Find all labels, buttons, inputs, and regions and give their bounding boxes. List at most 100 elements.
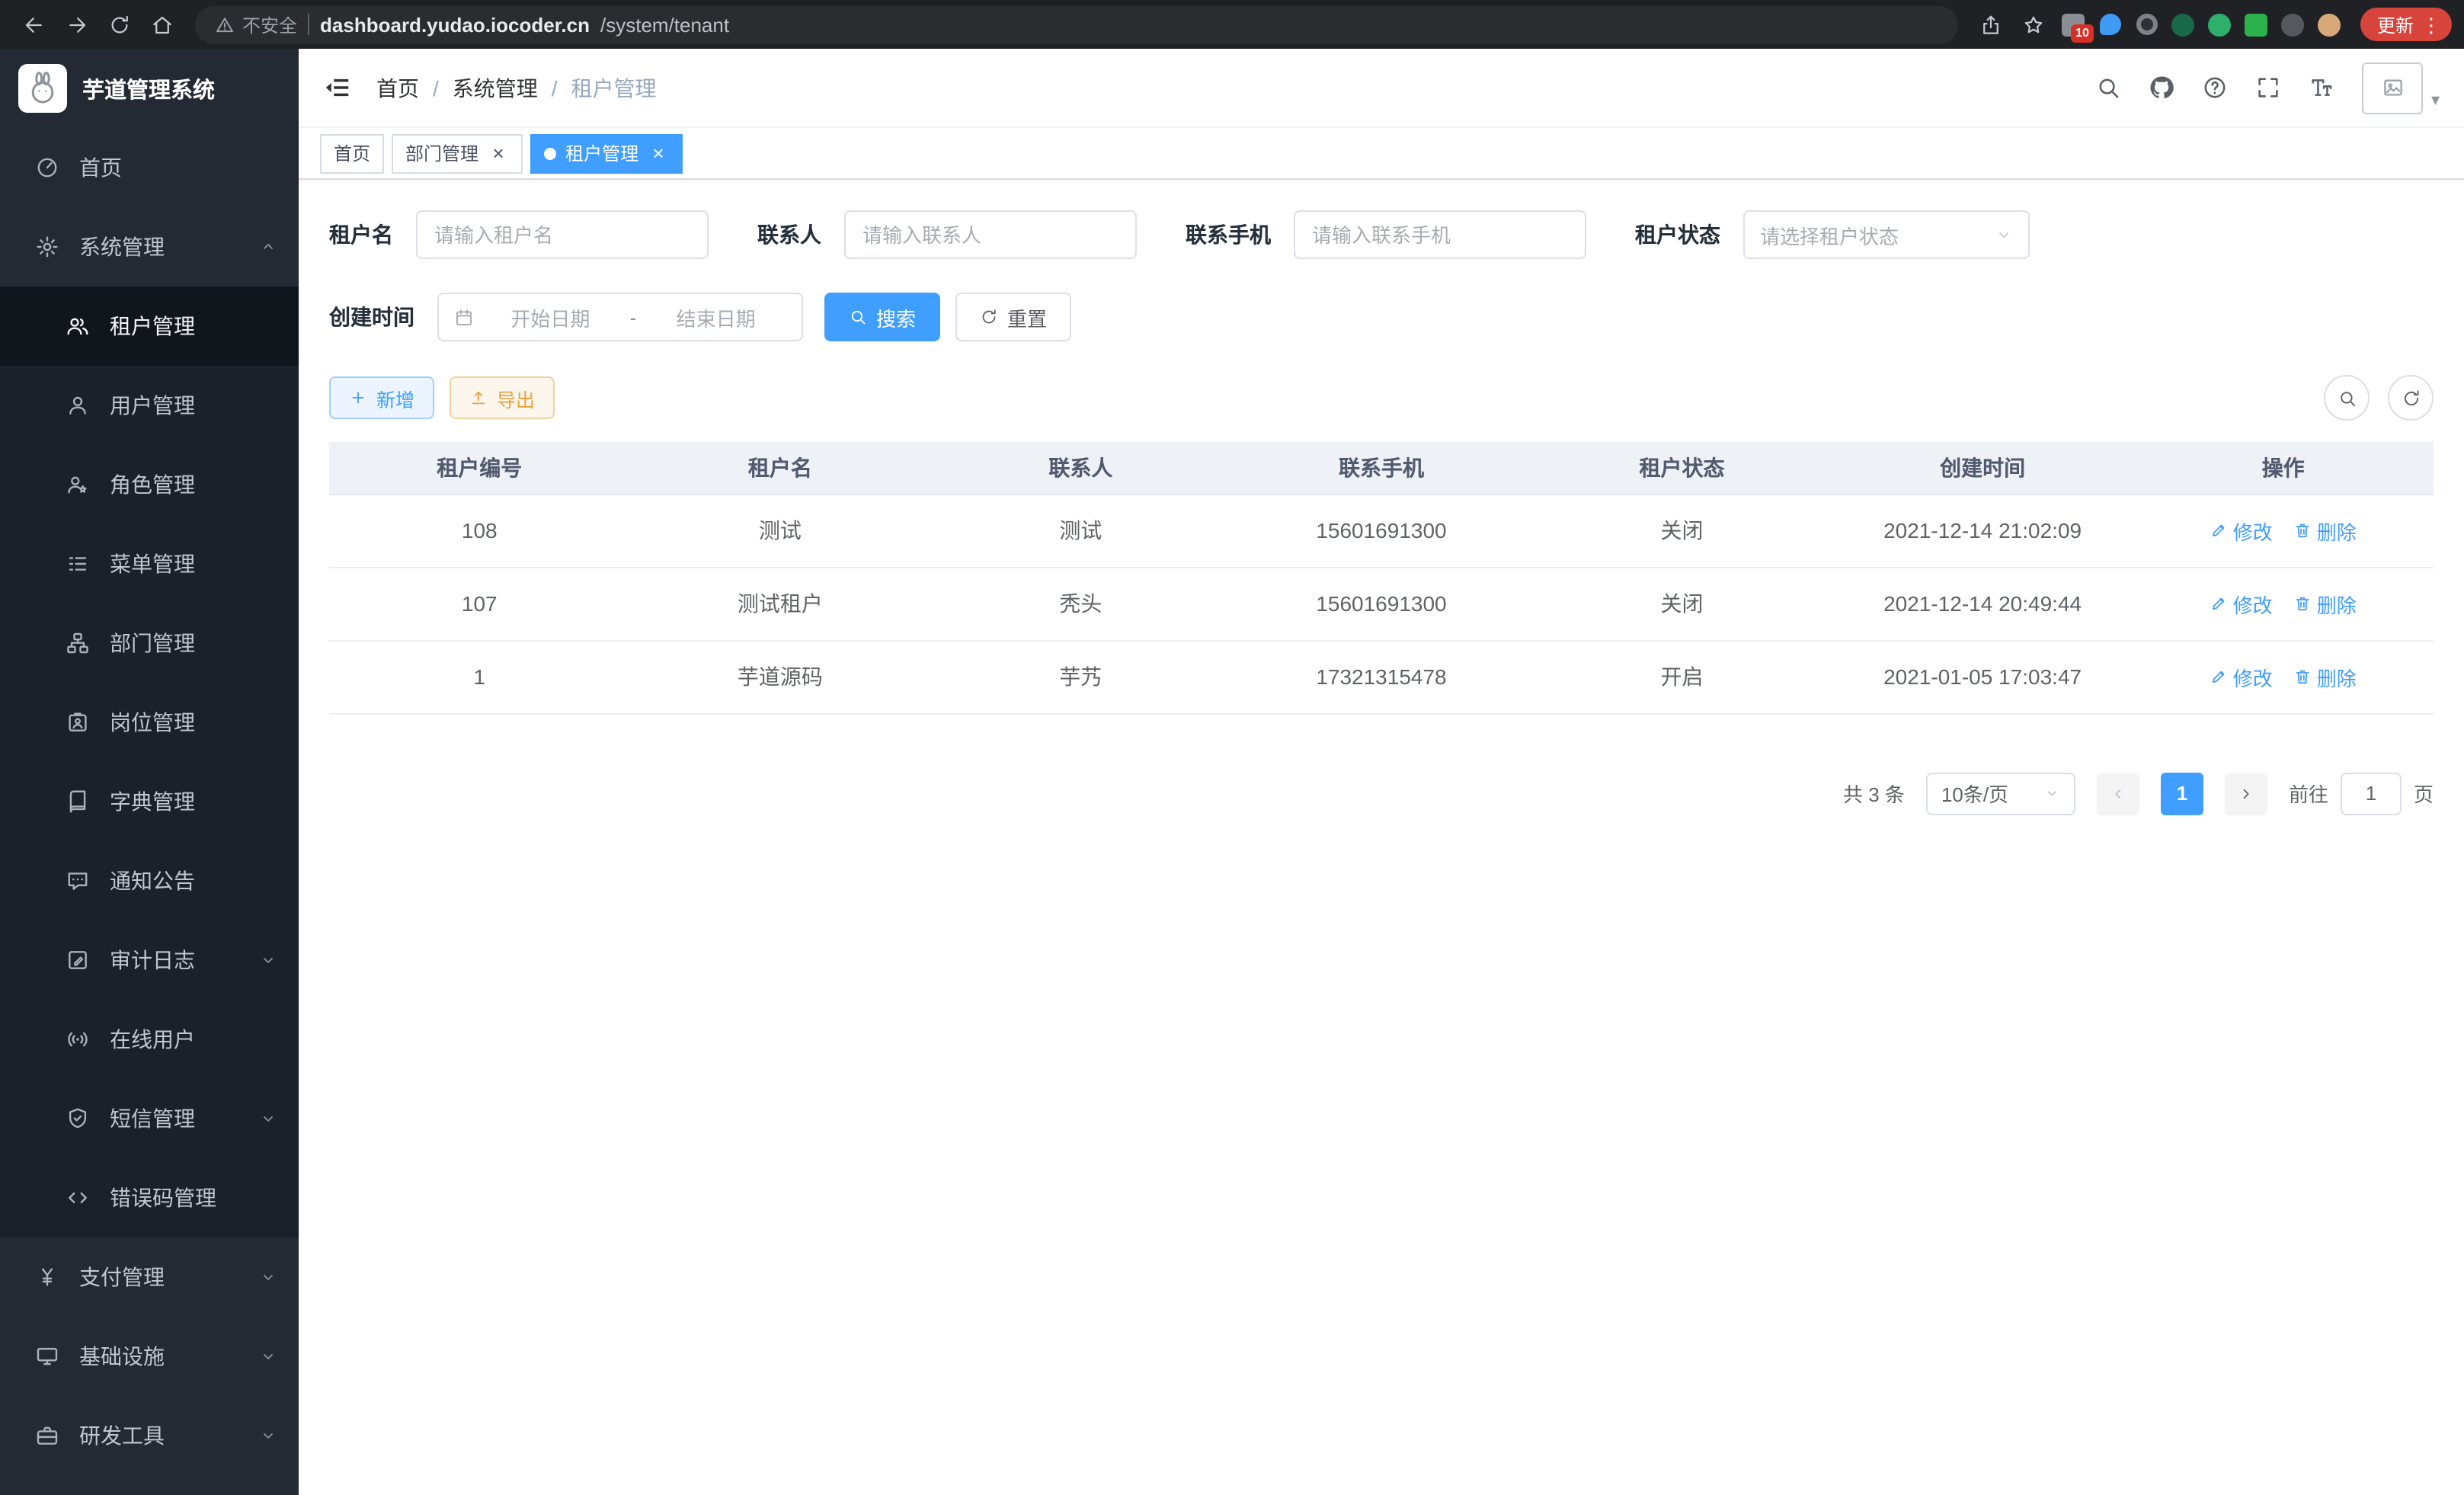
github-icon[interactable]: [2149, 75, 2175, 101]
browser-forward-button[interactable]: [55, 3, 98, 46]
sidebar-item-dept[interactable]: 部门管理: [0, 603, 299, 683]
browser-reload-button[interactable]: [98, 3, 140, 46]
goto-page-input[interactable]: [2341, 772, 2402, 815]
extension-icon-2[interactable]: [2092, 6, 2129, 43]
extension-icon-5[interactable]: [2202, 6, 2238, 43]
fullscreen-icon[interactable]: [2256, 75, 2282, 101]
header-search-icon[interactable]: [2096, 75, 2122, 101]
update-label: 更新: [2377, 11, 2414, 37]
extension-icon-4[interactable]: [2165, 6, 2202, 43]
phone-input[interactable]: [1294, 210, 1586, 259]
sidebar-item-sms[interactable]: 短信管理: [0, 1079, 299, 1158]
sidebar-item-system[interactable]: 系统管理: [0, 207, 299, 287]
tenant-name-label: 租户名: [329, 219, 393, 250]
audit-icon: [64, 948, 91, 972]
font-size-icon[interactable]: [2309, 75, 2335, 101]
export-button[interactable]: 导出: [450, 376, 555, 419]
sidebar-item-label: 部门管理: [110, 628, 195, 658]
post-icon: [64, 710, 91, 735]
sidebar-item-online[interactable]: 在线用户: [0, 1000, 299, 1079]
add-button[interactable]: 新增: [329, 376, 434, 419]
next-page-button[interactable]: [2225, 772, 2267, 815]
search-icon: [849, 308, 867, 326]
browser-home-button[interactable]: [140, 3, 183, 46]
sidebar-item-tenant[interactable]: 租户管理: [0, 287, 299, 366]
browser-menu-icon[interactable]: ⋮: [2421, 14, 2441, 34]
dictionary-icon: [64, 789, 91, 814]
extension-icon-7[interactable]: [2275, 6, 2312, 43]
sidebar-item-audit[interactable]: 审计日志: [0, 920, 299, 1000]
share-icon[interactable]: [1970, 3, 2013, 46]
sidebar-item-errcode[interactable]: 错误码管理: [0, 1158, 299, 1237]
avatar-image-placeholder: [2363, 62, 2424, 114]
tab-tenant[interactable]: 租户管理×: [530, 133, 683, 173]
app-logo[interactable]: 芋道管理系统: [0, 49, 299, 128]
prev-page-button[interactable]: [2097, 772, 2139, 815]
delete-row-button[interactable]: 删除: [2294, 662, 2357, 691]
back-icon: [22, 13, 45, 36]
contact-input[interactable]: [844, 210, 1137, 259]
create-time-range-picker[interactable]: 开始日期 - 结束日期: [437, 293, 803, 341]
sidebar-item-menu[interactable]: 菜单管理: [0, 524, 299, 603]
sidebar-toggle-icon[interactable]: [323, 73, 352, 102]
security-indicator[interactable]: 不安全: [215, 11, 297, 37]
sidebar-item-pay[interactable]: 支付管理: [0, 1237, 299, 1317]
chevron-left-icon: [2109, 784, 2127, 802]
page-number-1[interactable]: 1: [2161, 772, 2203, 815]
close-tab-icon[interactable]: ×: [648, 142, 669, 164]
sidebar-item-notice[interactable]: 通知公告: [0, 841, 299, 920]
edit-row-button[interactable]: 修改: [2210, 662, 2273, 691]
address-bar[interactable]: 不安全 dashboard.yudao.iocoder.cn /system/t…: [195, 5, 1958, 43]
refresh-table-button[interactable]: [2388, 375, 2434, 421]
reset-button[interactable]: 重置: [955, 293, 1071, 341]
browser-update-button[interactable]: 更新 ⋮: [2360, 8, 2452, 41]
browser-back-button[interactable]: [12, 3, 55, 46]
edit-label: 修改: [2233, 589, 2273, 618]
sidebar-item-home[interactable]: 首页: [0, 128, 299, 207]
github-glyph-icon: [2149, 75, 2175, 101]
contact-label: 联系人: [757, 219, 821, 250]
toggle-search-button[interactable]: [2324, 375, 2370, 421]
chevron-down-icon: [259, 1268, 277, 1286]
edit-row-button[interactable]: 修改: [2210, 589, 2273, 618]
breadcrumb-item[interactable]: 系统管理: [453, 72, 538, 103]
table-row: 107测试租户秃头15601691300关闭2021-12-14 20:49:4…: [329, 567, 2434, 640]
plus-icon: [349, 389, 367, 407]
edit-row-button[interactable]: 修改: [2210, 516, 2273, 545]
profile-avatar-icon[interactable]: [2312, 6, 2348, 43]
cell-contact: 芋艿: [930, 640, 1231, 713]
sidebar-item-role[interactable]: 角色管理: [0, 445, 299, 524]
search-button[interactable]: 搜索: [824, 293, 940, 341]
delete-row-button[interactable]: 删除: [2294, 516, 2357, 545]
pagination: 共 3 条 10条/页 1 前往 页: [329, 772, 2434, 815]
phone-label: 联系手机: [1186, 219, 1271, 250]
breadcrumb-item[interactable]: 首页: [376, 72, 419, 103]
sidebar-item-devtools[interactable]: 研发工具: [0, 1396, 299, 1475]
help-icon[interactable]: [2203, 75, 2229, 101]
add-button-label: 新增: [376, 383, 414, 412]
share-glyph-icon: [1980, 13, 2003, 36]
extension-icon-6[interactable]: [2238, 6, 2275, 43]
chevron-down-icon: [259, 1109, 277, 1128]
page-size-select[interactable]: 10条/页: [1926, 772, 2075, 815]
chevron-right-icon: [2237, 784, 2255, 802]
screen: 不安全 dashboard.yudao.iocoder.cn /system/t…: [0, 0, 2464, 1495]
tab-dept[interactable]: 部门管理×: [392, 133, 523, 173]
close-tab-icon[interactable]: ×: [488, 142, 509, 164]
tenant-status-select[interactable]: 请选择租户状态: [1743, 210, 2030, 259]
bookmark-star-icon[interactable]: [2013, 3, 2056, 46]
extension-icon-3[interactable]: [2129, 6, 2165, 43]
tenant-name-input[interactable]: [416, 210, 709, 259]
sidebar-item-infra[interactable]: 基础设施: [0, 1317, 299, 1396]
tab-home[interactable]: 首页: [320, 133, 384, 173]
date-end-placeholder: 结束日期: [645, 303, 786, 331]
sidebar-item-user[interactable]: 用户管理: [0, 366, 299, 445]
column-header: 联系人: [930, 442, 1231, 494]
sidebar-item-dict[interactable]: 字典管理: [0, 762, 299, 841]
status-label: 租户状态: [1635, 219, 1720, 250]
sidebar-item-post[interactable]: 岗位管理: [0, 683, 299, 762]
user-avatar[interactable]: ▾: [2363, 62, 2440, 114]
extension-icon-1[interactable]: 10: [2056, 6, 2092, 43]
ring-glyph: [2136, 14, 2158, 35]
delete-row-button[interactable]: 删除: [2294, 589, 2357, 618]
